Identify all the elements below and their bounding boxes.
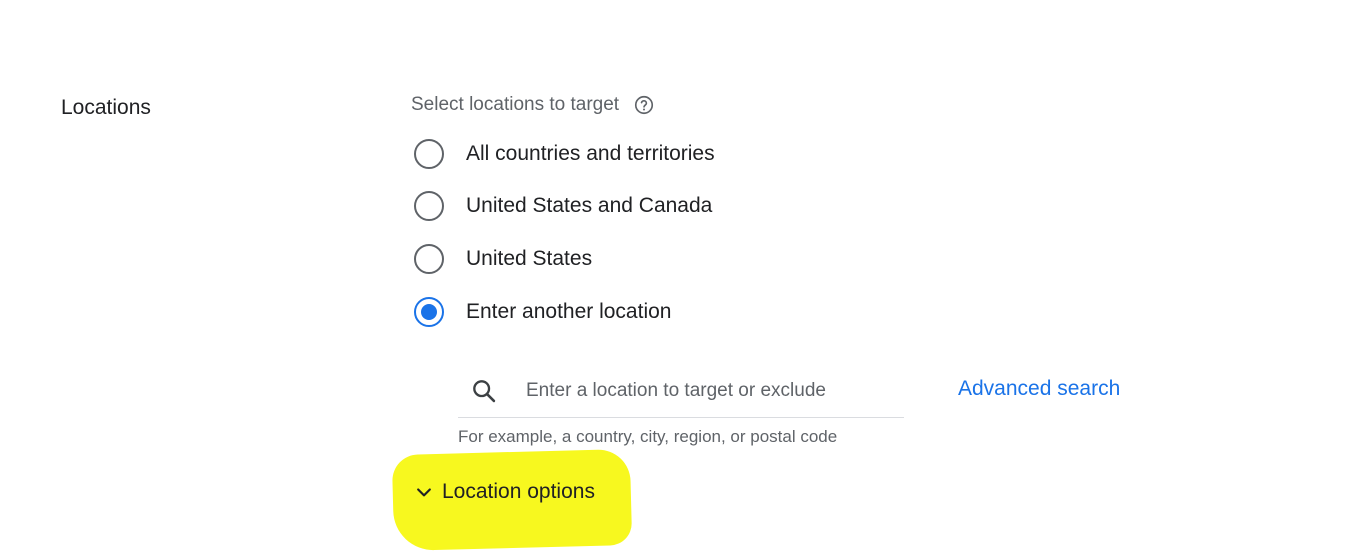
radio-option-all-countries[interactable]: All countries and territories: [414, 139, 715, 169]
radio-option-label: United States: [466, 247, 593, 270]
chevron-down-icon: [414, 482, 434, 502]
help-circle-icon[interactable]: [633, 94, 655, 116]
radio-option-enter-another-location[interactable]: Enter another location: [414, 297, 671, 327]
radio-option-us-and-canada[interactable]: United States and Canada: [414, 191, 712, 221]
radio-option-label: All countries and territories: [466, 142, 715, 165]
radio-option-united-states[interactable]: United States: [414, 244, 592, 274]
search-icon: [470, 377, 498, 405]
locations-section-label: Locations: [61, 96, 151, 119]
radio-button[interactable]: [414, 191, 444, 221]
targeting-prompt: Select locations to target: [411, 94, 655, 116]
radio-button-selected[interactable]: [414, 297, 444, 327]
search-hint: For example, a country, city, region, or…: [458, 427, 838, 446]
advanced-search-link[interactable]: Advanced search: [958, 377, 1120, 401]
radio-button[interactable]: [414, 139, 444, 169]
radio-button[interactable]: [414, 244, 444, 274]
location-options-label: Location options: [442, 480, 595, 503]
targeting-prompt-text: Select locations to target: [411, 94, 620, 115]
location-search-input[interactable]: [526, 379, 886, 402]
radio-option-label: United States and Canada: [466, 194, 713, 217]
radio-option-label: Enter another location: [466, 300, 672, 323]
location-search-field[interactable]: [458, 364, 904, 418]
location-options-toggle[interactable]: Location options: [414, 480, 595, 504]
